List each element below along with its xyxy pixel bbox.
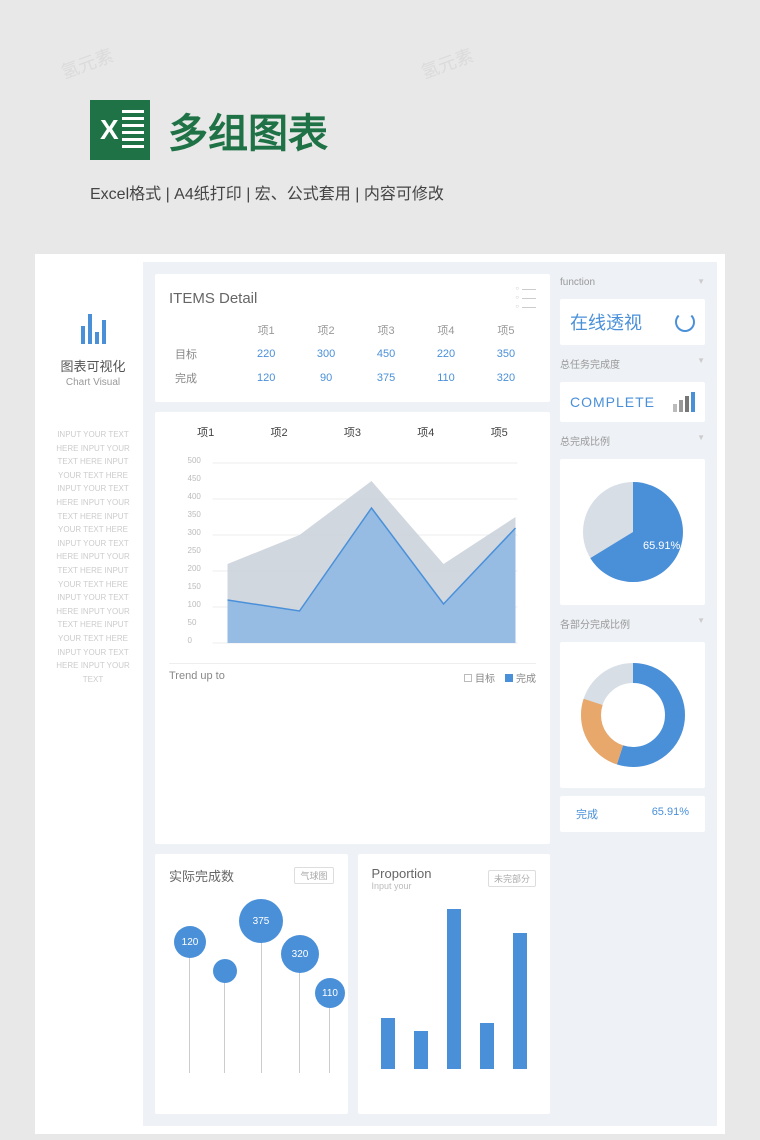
row-label: 完成: [169, 366, 236, 390]
section-header: 总完成比例 ▼: [560, 430, 705, 451]
card-badge: 气球图: [294, 867, 333, 884]
svg-text:150: 150: [188, 582, 202, 591]
mini-bar-icon: [673, 392, 695, 412]
sidebar-title-en: Chart Visual: [48, 377, 138, 388]
x-label: 项5: [491, 424, 508, 440]
sidebar-title-cn: 图表可视化: [48, 356, 138, 375]
right-column: function ▼ 在线透视 总任务完成度 ▼ COMPLETE: [560, 274, 705, 1114]
sidebar: 图表可视化 Chart Visual INPUT YOUR TEXT HERE …: [43, 262, 143, 1126]
status-percent: 65.91%: [652, 806, 689, 822]
legend-item: 完成: [516, 674, 536, 685]
cell: 110: [416, 366, 476, 390]
row-label: 目标: [169, 342, 236, 366]
template-preview: 图表可视化 Chart Visual INPUT YOUR TEXT HERE …: [35, 254, 725, 1134]
svg-text:200: 200: [188, 564, 202, 573]
col-head: 项2: [296, 318, 356, 342]
sidebar-filler-text: INPUT YOUR TEXT HERE INPUT YOUR TEXT HER…: [48, 428, 138, 686]
chevron-down-icon: ▼: [697, 356, 705, 371]
chart-x-labels: 项1 项2 项3 项4 项5: [169, 424, 536, 440]
area-chart: 500450400 350300250 200150100 500: [169, 448, 536, 658]
donut-card: [560, 642, 705, 788]
pivot-label: 在线透视: [570, 309, 642, 335]
pivot-card[interactable]: 在线透视: [560, 299, 705, 345]
col-head: 项5: [476, 318, 536, 342]
section-label: 各部分完成比例: [560, 616, 630, 631]
section-header: function ▼: [560, 274, 705, 291]
cell: 90: [296, 366, 356, 390]
pie-card: 65.91%: [560, 459, 705, 605]
card-subtitle: Input your: [372, 881, 432, 891]
bubble-chart: 120 375 320 110: [169, 893, 334, 1073]
cell: 120: [236, 366, 296, 390]
page-title: 多组图表: [168, 101, 328, 159]
svg-text:350: 350: [188, 510, 202, 519]
items-detail-card: ITEMS Detail 项1 项2 项3 项4 项5: [155, 274, 550, 402]
pie-chart: 65.91%: [578, 477, 688, 587]
col-head: 项1: [236, 318, 296, 342]
svg-text:300: 300: [188, 528, 202, 537]
excel-icon: [90, 100, 150, 160]
bar-chart: [372, 899, 537, 1069]
svg-text:250: 250: [188, 546, 202, 555]
col-head: 项3: [356, 318, 416, 342]
proportion-card: Proportion Input your 未完部分: [358, 854, 551, 1114]
card-title: 实际完成数: [169, 866, 234, 885]
status-card: 完成 65.91%: [560, 796, 705, 832]
trend-chart-card: 项1 项2 项3 项4 项5 500450400 350300250 20015…: [155, 412, 550, 844]
card-title: ITEMS Detail: [169, 290, 257, 307]
x-label: 项1: [197, 424, 214, 440]
chevron-down-icon: ▼: [697, 277, 705, 288]
pie-percent: 65.91%: [643, 540, 681, 552]
bubble-chart-card: 实际完成数 气球图 120 375 320: [155, 854, 348, 1114]
svg-text:100: 100: [188, 600, 202, 609]
cell: 320: [476, 366, 536, 390]
x-label: 项3: [344, 424, 361, 440]
card-badge: 未完部分: [488, 870, 536, 887]
items-table: 项1 项2 项3 项4 项5 目标 220 300 450 220: [169, 318, 536, 390]
list-icon: [515, 286, 536, 310]
svg-text:0: 0: [188, 636, 193, 645]
svg-text:400: 400: [188, 492, 202, 501]
section-header: 各部分完成比例 ▼: [560, 613, 705, 634]
cell: 220: [416, 342, 476, 366]
legend-item: 目标: [475, 674, 495, 685]
complete-label: COMPLETE: [570, 394, 655, 410]
card-title: Proportion: [372, 866, 432, 881]
main-area: ITEMS Detail 项1 项2 项3 项4 项5: [143, 262, 717, 1126]
section-label: 总任务完成度: [560, 356, 620, 371]
cell: 300: [296, 342, 356, 366]
cell: 450: [356, 342, 416, 366]
page-subtitle: Excel格式 | A4纸打印 | 宏、公式套用 | 内容可修改: [90, 180, 700, 204]
col-head: 项4: [416, 318, 476, 342]
trend-label: Trend up to: [169, 670, 225, 685]
svg-text:450: 450: [188, 474, 202, 483]
x-label: 项2: [271, 424, 288, 440]
cell: 350: [476, 342, 536, 366]
cell: 375: [356, 366, 416, 390]
svg-text:500: 500: [188, 456, 202, 465]
chart-legend: 目标 完成: [464, 670, 536, 685]
page-header: 多组图表 Excel格式 | A4纸打印 | 宏、公式套用 | 内容可修改: [0, 0, 760, 224]
chart-icon: [81, 312, 106, 344]
section-label: 总完成比例: [560, 433, 610, 448]
chevron-down-icon: ▼: [697, 433, 705, 448]
section-label: function: [560, 277, 595, 288]
complete-card: COMPLETE: [560, 382, 705, 422]
status-label: 完成: [576, 806, 598, 822]
refresh-icon[interactable]: [675, 312, 695, 332]
donut-chart: [578, 660, 688, 770]
x-label: 项4: [417, 424, 434, 440]
chevron-down-icon: ▼: [697, 616, 705, 631]
cell: 220: [236, 342, 296, 366]
svg-text:50: 50: [188, 618, 197, 627]
section-header: 总任务完成度 ▼: [560, 353, 705, 374]
